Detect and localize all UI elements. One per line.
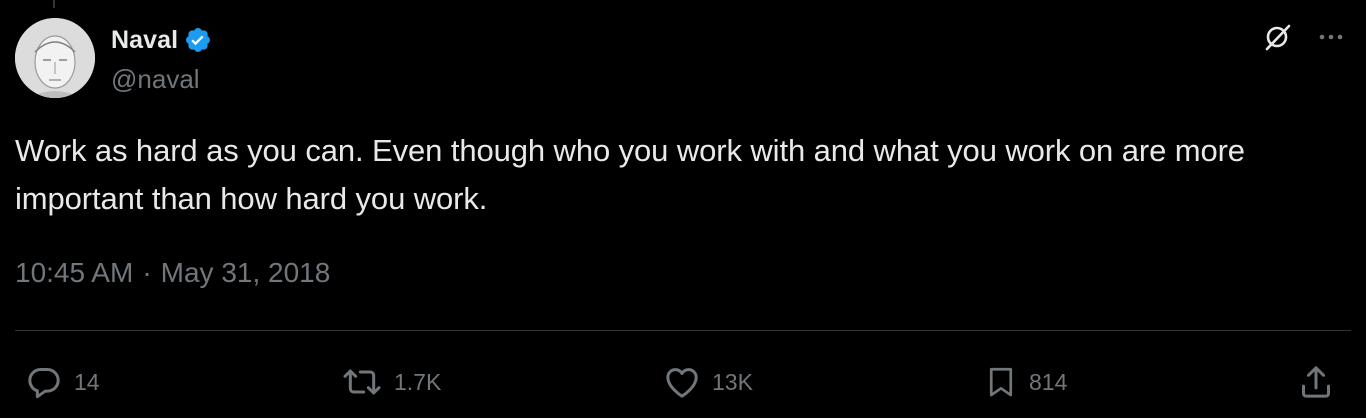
verified-badge-icon[interactable]: [184, 26, 212, 54]
bookmark-count: 814: [1029, 368, 1068, 395]
repost-count: 1.7K: [394, 368, 442, 395]
share-icon: [1302, 366, 1330, 398]
grok-icon[interactable]: [1262, 22, 1292, 52]
tweet-top-actions: [1262, 22, 1344, 52]
tweet-timestamp: 10:45 AM · May 31, 2018: [15, 257, 330, 289]
bookmark-icon: [989, 367, 1013, 397]
timestamp-separator: ·: [142, 257, 152, 288]
thread-connector-line: [53, 0, 55, 8]
author-handle[interactable]: @naval: [111, 64, 212, 95]
tweet-author: Naval @naval: [111, 24, 212, 95]
divider: [15, 330, 1351, 331]
tweet-text: Work as hard as you can. Even though who…: [15, 133, 1245, 216]
bookmark-button[interactable]: 814: [983, 360, 1067, 404]
like-icon: [666, 368, 698, 398]
tweet-date[interactable]: May 31, 2018: [161, 257, 331, 289]
tweet-action-bar: 14 1.7K 13K 814: [0, 360, 1366, 404]
reply-count: 14: [74, 368, 100, 395]
avatar[interactable]: [15, 18, 95, 98]
author-display-name[interactable]: Naval: [111, 26, 178, 55]
avatar-image: [15, 18, 95, 98]
repost-icon: [343, 369, 381, 395]
reply-icon: [28, 368, 60, 399]
repost-button[interactable]: 1.7K: [340, 360, 441, 404]
more-icon[interactable]: [1318, 33, 1344, 41]
reply-button[interactable]: 14: [24, 360, 100, 404]
tweet-time[interactable]: 10:45 AM: [15, 257, 133, 289]
like-count: 13K: [712, 368, 753, 395]
share-button[interactable]: [1296, 360, 1336, 404]
like-button[interactable]: 13K: [662, 360, 753, 404]
